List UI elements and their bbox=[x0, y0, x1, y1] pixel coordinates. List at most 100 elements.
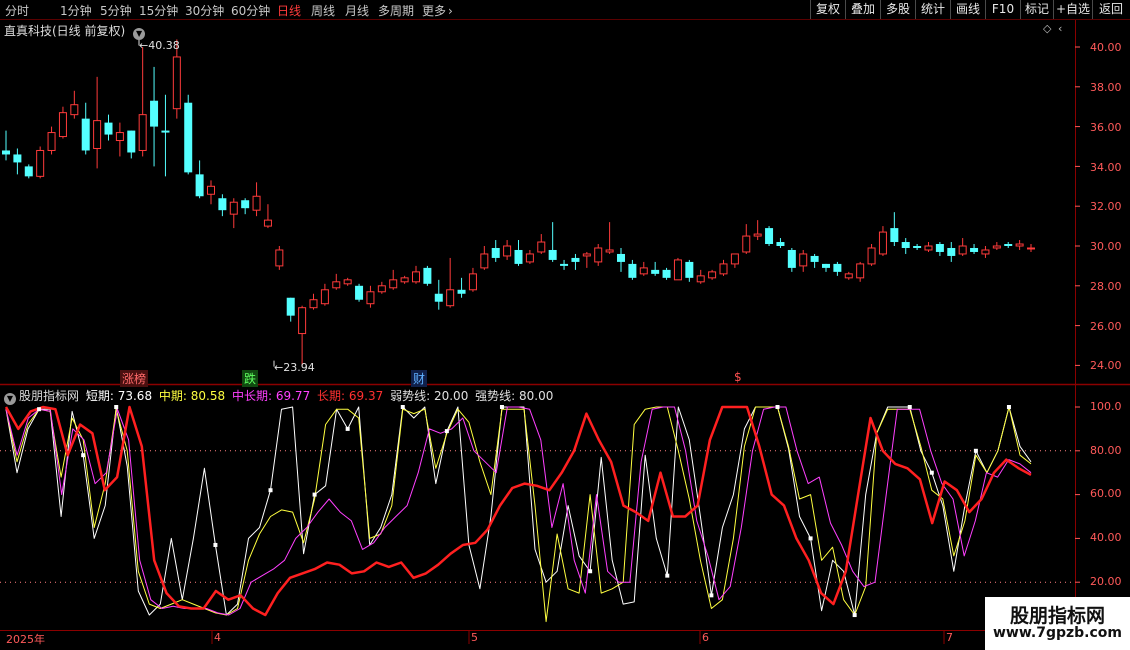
candle-body bbox=[446, 289, 455, 307]
event-finance[interactable]: 财 bbox=[411, 370, 428, 387]
low-price-value: 23.94 bbox=[283, 361, 315, 374]
period-tab-fenshi[interactable]: 分时 bbox=[5, 2, 29, 19]
candle-body bbox=[514, 249, 523, 264]
legend-mid-label: 中期: bbox=[158, 389, 187, 403]
candle-body bbox=[662, 269, 671, 278]
low-price-label: ←23.94 bbox=[274, 361, 315, 374]
candle-body bbox=[400, 277, 409, 283]
period-tab-more[interactable]: 更多 › bbox=[422, 2, 453, 19]
candle-body bbox=[617, 253, 625, 262]
candle-body bbox=[582, 253, 591, 257]
watermark-title: 股朋指标网 bbox=[1009, 605, 1105, 627]
candle-body bbox=[207, 185, 215, 195]
period-tab-1min[interactable]: 1分钟 bbox=[60, 2, 92, 19]
candle-body bbox=[1027, 247, 1035, 250]
long-term-line bbox=[4, 405, 1032, 617]
signal-marker bbox=[588, 569, 593, 574]
candle-body bbox=[822, 263, 830, 268]
candle-body bbox=[924, 245, 933, 251]
candle-body bbox=[36, 149, 45, 177]
candle-body bbox=[685, 261, 694, 278]
multi-stock-button[interactable]: 多股 bbox=[880, 0, 915, 19]
event-dollar[interactable]: $ bbox=[732, 370, 744, 384]
candle-body bbox=[218, 198, 227, 211]
signal-marker bbox=[665, 573, 670, 578]
candle-body bbox=[503, 245, 512, 257]
period-tab-daily[interactable]: 日线 bbox=[277, 2, 301, 19]
add-watchlist-button[interactable]: +自选 bbox=[1053, 0, 1092, 19]
period-tab-60min[interactable]: 60分钟 bbox=[231, 2, 270, 19]
candle-body bbox=[810, 255, 819, 262]
indicator-tick: 20.00 bbox=[1090, 575, 1122, 588]
candle-body bbox=[241, 200, 250, 209]
candle-body bbox=[1015, 243, 1024, 247]
candle-body bbox=[639, 267, 648, 275]
stock-title: 直真科技(日线 前复权) ▼ bbox=[4, 22, 146, 40]
legend-long-label: 长期: bbox=[317, 389, 346, 403]
candle-body bbox=[719, 263, 728, 275]
collapse-arrow-icon[interactable]: ‹ bbox=[1058, 22, 1062, 35]
candle-body bbox=[58, 112, 67, 138]
watermark: 股朋指标网 www.7gpzb.com bbox=[985, 597, 1130, 650]
candle-body bbox=[150, 100, 159, 127]
candle-body bbox=[799, 253, 808, 267]
candle-body bbox=[286, 297, 295, 316]
statistics-button[interactable]: 统计 bbox=[915, 0, 950, 19]
candle-body bbox=[673, 259, 682, 281]
candle-body bbox=[1004, 244, 1013, 246]
price-tick: 26.00 bbox=[1090, 320, 1122, 333]
candle-body bbox=[970, 247, 979, 252]
period-tab-15min[interactable]: 15分钟 bbox=[139, 2, 178, 19]
signal-marker bbox=[400, 405, 405, 409]
indicator-tick: 40.00 bbox=[1090, 531, 1122, 544]
signal-marker bbox=[81, 453, 86, 458]
indicator-name: 股朋指标网 bbox=[19, 389, 80, 403]
price-tick: 36.00 bbox=[1090, 121, 1122, 134]
price-tick: 34.00 bbox=[1090, 161, 1122, 174]
signal-marker bbox=[709, 593, 714, 598]
signal-marker bbox=[345, 426, 350, 431]
candle-body bbox=[844, 273, 853, 279]
overlay-button[interactable]: 叠加 bbox=[845, 0, 880, 19]
legend-weak-value: 20.00 bbox=[433, 389, 469, 403]
candle-body bbox=[878, 231, 887, 255]
candle-body bbox=[252, 195, 261, 211]
back-button[interactable]: 返回 bbox=[1092, 0, 1129, 19]
dropdown-circle-icon[interactable]: ▼ bbox=[4, 393, 16, 405]
f10-button[interactable]: F10 bbox=[985, 0, 1020, 19]
candle-body bbox=[138, 114, 147, 151]
candle-body bbox=[93, 120, 102, 149]
candle-body bbox=[389, 279, 398, 289]
signal-marker bbox=[852, 613, 857, 618]
toolbar: 分时 1分钟 5分钟 15分钟 30分钟 60分钟 日线 周线 月线 多周期 更… bbox=[0, 0, 1130, 19]
signal-marker bbox=[312, 492, 317, 497]
candle-body bbox=[628, 263, 637, 278]
high-price-value: 40.38 bbox=[148, 39, 180, 52]
period-tab-monthly[interactable]: 月线 bbox=[345, 2, 369, 19]
candle-body bbox=[730, 253, 739, 265]
period-tab-weekly[interactable]: 周线 bbox=[311, 2, 335, 19]
diamond-icon[interactable]: ◇ bbox=[1043, 22, 1051, 35]
legend-strong: 强势线: 80.00 bbox=[475, 389, 553, 403]
event-limit-up[interactable]: 涨榜 bbox=[120, 370, 149, 387]
candle-body bbox=[525, 253, 534, 263]
signal-marker bbox=[213, 542, 218, 547]
time-label-year: 2025年 bbox=[6, 633, 45, 646]
restore-rights-button[interactable]: 复权 bbox=[810, 0, 845, 19]
draw-line-button[interactable]: 画线 bbox=[950, 0, 985, 19]
candle-body bbox=[787, 249, 796, 268]
mark-button[interactable]: 标记 bbox=[1020, 0, 1053, 19]
legend-long: 长期: 69.37 bbox=[317, 389, 383, 403]
event-drop[interactable]: 跌 bbox=[242, 370, 259, 387]
candle-body bbox=[127, 130, 136, 153]
period-tab-multi[interactable]: 多周期 bbox=[378, 2, 414, 19]
candle-body bbox=[412, 271, 420, 283]
candle-body bbox=[594, 247, 603, 263]
signal-marker bbox=[929, 470, 934, 475]
period-tab-5min[interactable]: 5分钟 bbox=[100, 2, 132, 19]
period-tab-30min[interactable]: 30分钟 bbox=[185, 2, 224, 19]
candle-body bbox=[13, 154, 22, 163]
candle-body bbox=[651, 269, 660, 274]
candle-body bbox=[298, 307, 307, 335]
chart-canvas bbox=[0, 19, 1130, 644]
